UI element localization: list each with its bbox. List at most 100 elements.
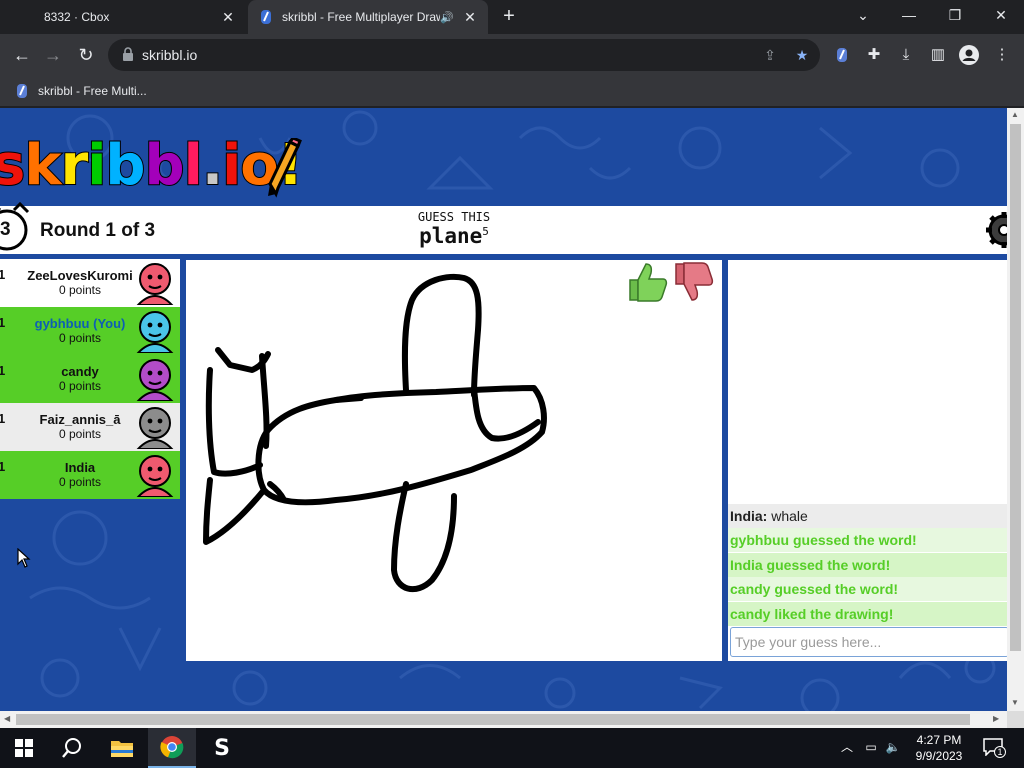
word-text: plane	[419, 224, 483, 248]
tab-search-icon[interactable]: ⌄	[840, 0, 886, 30]
player-rank: 1	[0, 267, 6, 282]
close-icon[interactable]: ✕	[218, 9, 238, 26]
speaker-icon[interactable]: 🔊	[440, 11, 454, 24]
tab-skribbl[interactable]: skribbl - Free Multiplayer Drawing 🔊 ✕	[248, 0, 488, 34]
player-avatar-icon	[136, 311, 174, 353]
tab-title: 8332 · Cbox	[44, 10, 110, 24]
menu-kebab-icon[interactable]: ⋮	[991, 44, 1013, 66]
skribbl-extension-icon[interactable]	[831, 44, 853, 66]
player-name: Faiz_annis_ā	[39, 412, 121, 427]
player-points: 0 points	[58, 283, 102, 297]
logo-letter: b	[104, 133, 146, 199]
player-avatar-icon	[136, 455, 174, 497]
bookmark-label: skribbl - Free Multi...	[38, 84, 147, 98]
system-clock[interactable]: 4:27 PM 9/9/2023	[904, 732, 974, 764]
bookmark-star-icon[interactable]: ★	[792, 45, 812, 65]
browser-tab-strip: 8332 · Cbox ✕ skribbl - Free Multiplayer…	[0, 0, 1024, 34]
file-explorer-button[interactable]	[98, 728, 146, 768]
side-panel-icon[interactable]: ▥	[927, 44, 949, 66]
player-name: India	[64, 460, 96, 475]
scroll-left-arrow-icon[interactable]: ◀	[4, 714, 10, 723]
player-list: 1 ZeeLovesKuromi 0 points 1 gybhbuu (You) 0 p…	[0, 259, 180, 499]
folder-icon	[111, 741, 133, 757]
bookmarks-bar: skribbl - Free Multi...	[0, 76, 1024, 107]
player-points: 0 points	[58, 427, 102, 441]
notification-count-badge: 1	[994, 746, 1006, 758]
close-icon[interactable]: ✕	[460, 9, 480, 26]
minimize-button[interactable]: —	[886, 0, 932, 30]
game-header-bar: 3 Round 1 of 3 GUESS THIS plane5	[0, 202, 1020, 254]
search-button[interactable]	[48, 728, 96, 768]
chat-text: whale	[767, 507, 808, 524]
logo-letter: l	[183, 133, 204, 199]
chat-author: India:	[730, 507, 768, 524]
logo-letter: r	[60, 133, 90, 199]
player-points: 0 points	[58, 475, 102, 489]
chat-message: candy guessed the word!	[728, 577, 1007, 601]
vertical-scrollbar[interactable]: ▲ ▼	[1007, 108, 1024, 711]
player-row[interactable]: 1 gybhbuu (You) 0 points	[0, 307, 180, 355]
scroll-right-arrow-icon[interactable]: ▶	[993, 714, 999, 723]
horizontal-scrollbar[interactable]: ◀ ▶	[0, 711, 1007, 728]
mouse-cursor-icon	[17, 548, 31, 568]
logo-letter: b	[144, 133, 186, 199]
profile-avatar-icon[interactable]	[958, 44, 980, 66]
logo-letter: .	[201, 133, 224, 199]
guess-this-label: GUESS THIS	[417, 210, 491, 224]
show-hidden-icons-chevron-icon[interactable]: ︿	[838, 738, 856, 756]
new-tab-button[interactable]: +	[498, 6, 520, 28]
chat-message: gybhbuu guessed the word!	[728, 528, 1007, 552]
player-row[interactable]: 1 ZeeLovesKuromi 0 points	[0, 259, 180, 307]
player-rank: 1	[0, 459, 6, 474]
drawing-canvas[interactable]	[186, 260, 722, 661]
chat-message: candy liked the drawing!	[728, 601, 1007, 626]
chrome-taskbar-button[interactable]	[148, 728, 196, 768]
clock-date: 9/9/2023	[915, 749, 963, 763]
vertical-scroll-thumb[interactable]	[1010, 124, 1021, 651]
scroll-down-arrow-icon[interactable]: ▼	[1011, 698, 1019, 707]
thumbs-down-icon[interactable]	[672, 260, 716, 304]
volume-muted-icon[interactable]: 🔈	[884, 738, 902, 756]
horizontal-scroll-thumb[interactable]	[16, 714, 970, 725]
address-bar[interactable]: skribbl.io ⇪ ★	[108, 39, 820, 71]
network-icon[interactable]: ▭	[862, 738, 880, 756]
player-row[interactable]: 1 candy 0 points	[0, 355, 180, 403]
player-row[interactable]: 1 India 0 points	[0, 451, 180, 499]
share-icon[interactable]: ⇪	[760, 45, 780, 65]
player-avatar-icon	[136, 407, 174, 449]
restore-button[interactable]: ❐	[932, 0, 978, 30]
downloads-icon[interactable]: ⤓	[895, 44, 917, 66]
browser-toolbar: ← → ↻ skribbl.io ⇪ ★ ✚ ⤓ ▥ ⋮	[0, 34, 1024, 76]
chat-message: India guessed the word!	[728, 552, 1007, 577]
lock-icon	[123, 47, 133, 61]
tab-cbox[interactable]: 8332 · Cbox ✕	[0, 0, 246, 34]
chrome-icon	[160, 736, 184, 759]
windows-logo-icon	[15, 739, 33, 757]
player-rank: 1	[0, 315, 6, 330]
notifications-icon[interactable]: 1	[982, 738, 1006, 758]
logo-letter: s	[0, 133, 26, 199]
search-icon	[62, 738, 81, 758]
player-name: candy	[61, 364, 99, 379]
start-button[interactable]	[0, 728, 48, 768]
player-avatar-icon	[136, 263, 174, 305]
bookmark-skribbl[interactable]: skribbl - Free Multi...	[14, 81, 147, 101]
url-text: skribbl.io	[142, 47, 198, 63]
s-app-taskbar-button[interactable]: S	[198, 728, 246, 768]
reload-button[interactable]: ↻	[73, 42, 99, 68]
player-points: 0 points	[58, 331, 102, 345]
scroll-up-arrow-icon[interactable]: ▲	[1011, 110, 1019, 119]
scrollbar-corner	[1007, 711, 1024, 728]
logo-letter: k	[23, 133, 62, 199]
forward-button[interactable]: →	[40, 42, 66, 68]
player-row[interactable]: 1 Faiz_annis_ā 0 points	[0, 403, 180, 451]
guess-input[interactable]	[730, 627, 1009, 657]
close-window-button[interactable]: ✕	[978, 0, 1024, 30]
extensions-puzzle-icon[interactable]: ✚	[863, 44, 885, 66]
pencil-icon	[268, 138, 302, 198]
logo-letter: i	[86, 133, 107, 199]
player-avatar-icon	[136, 359, 174, 401]
back-button[interactable]: ←	[9, 42, 35, 68]
skribbl-favicon-icon	[17, 84, 27, 98]
thumbs-up-icon[interactable]	[626, 260, 670, 304]
